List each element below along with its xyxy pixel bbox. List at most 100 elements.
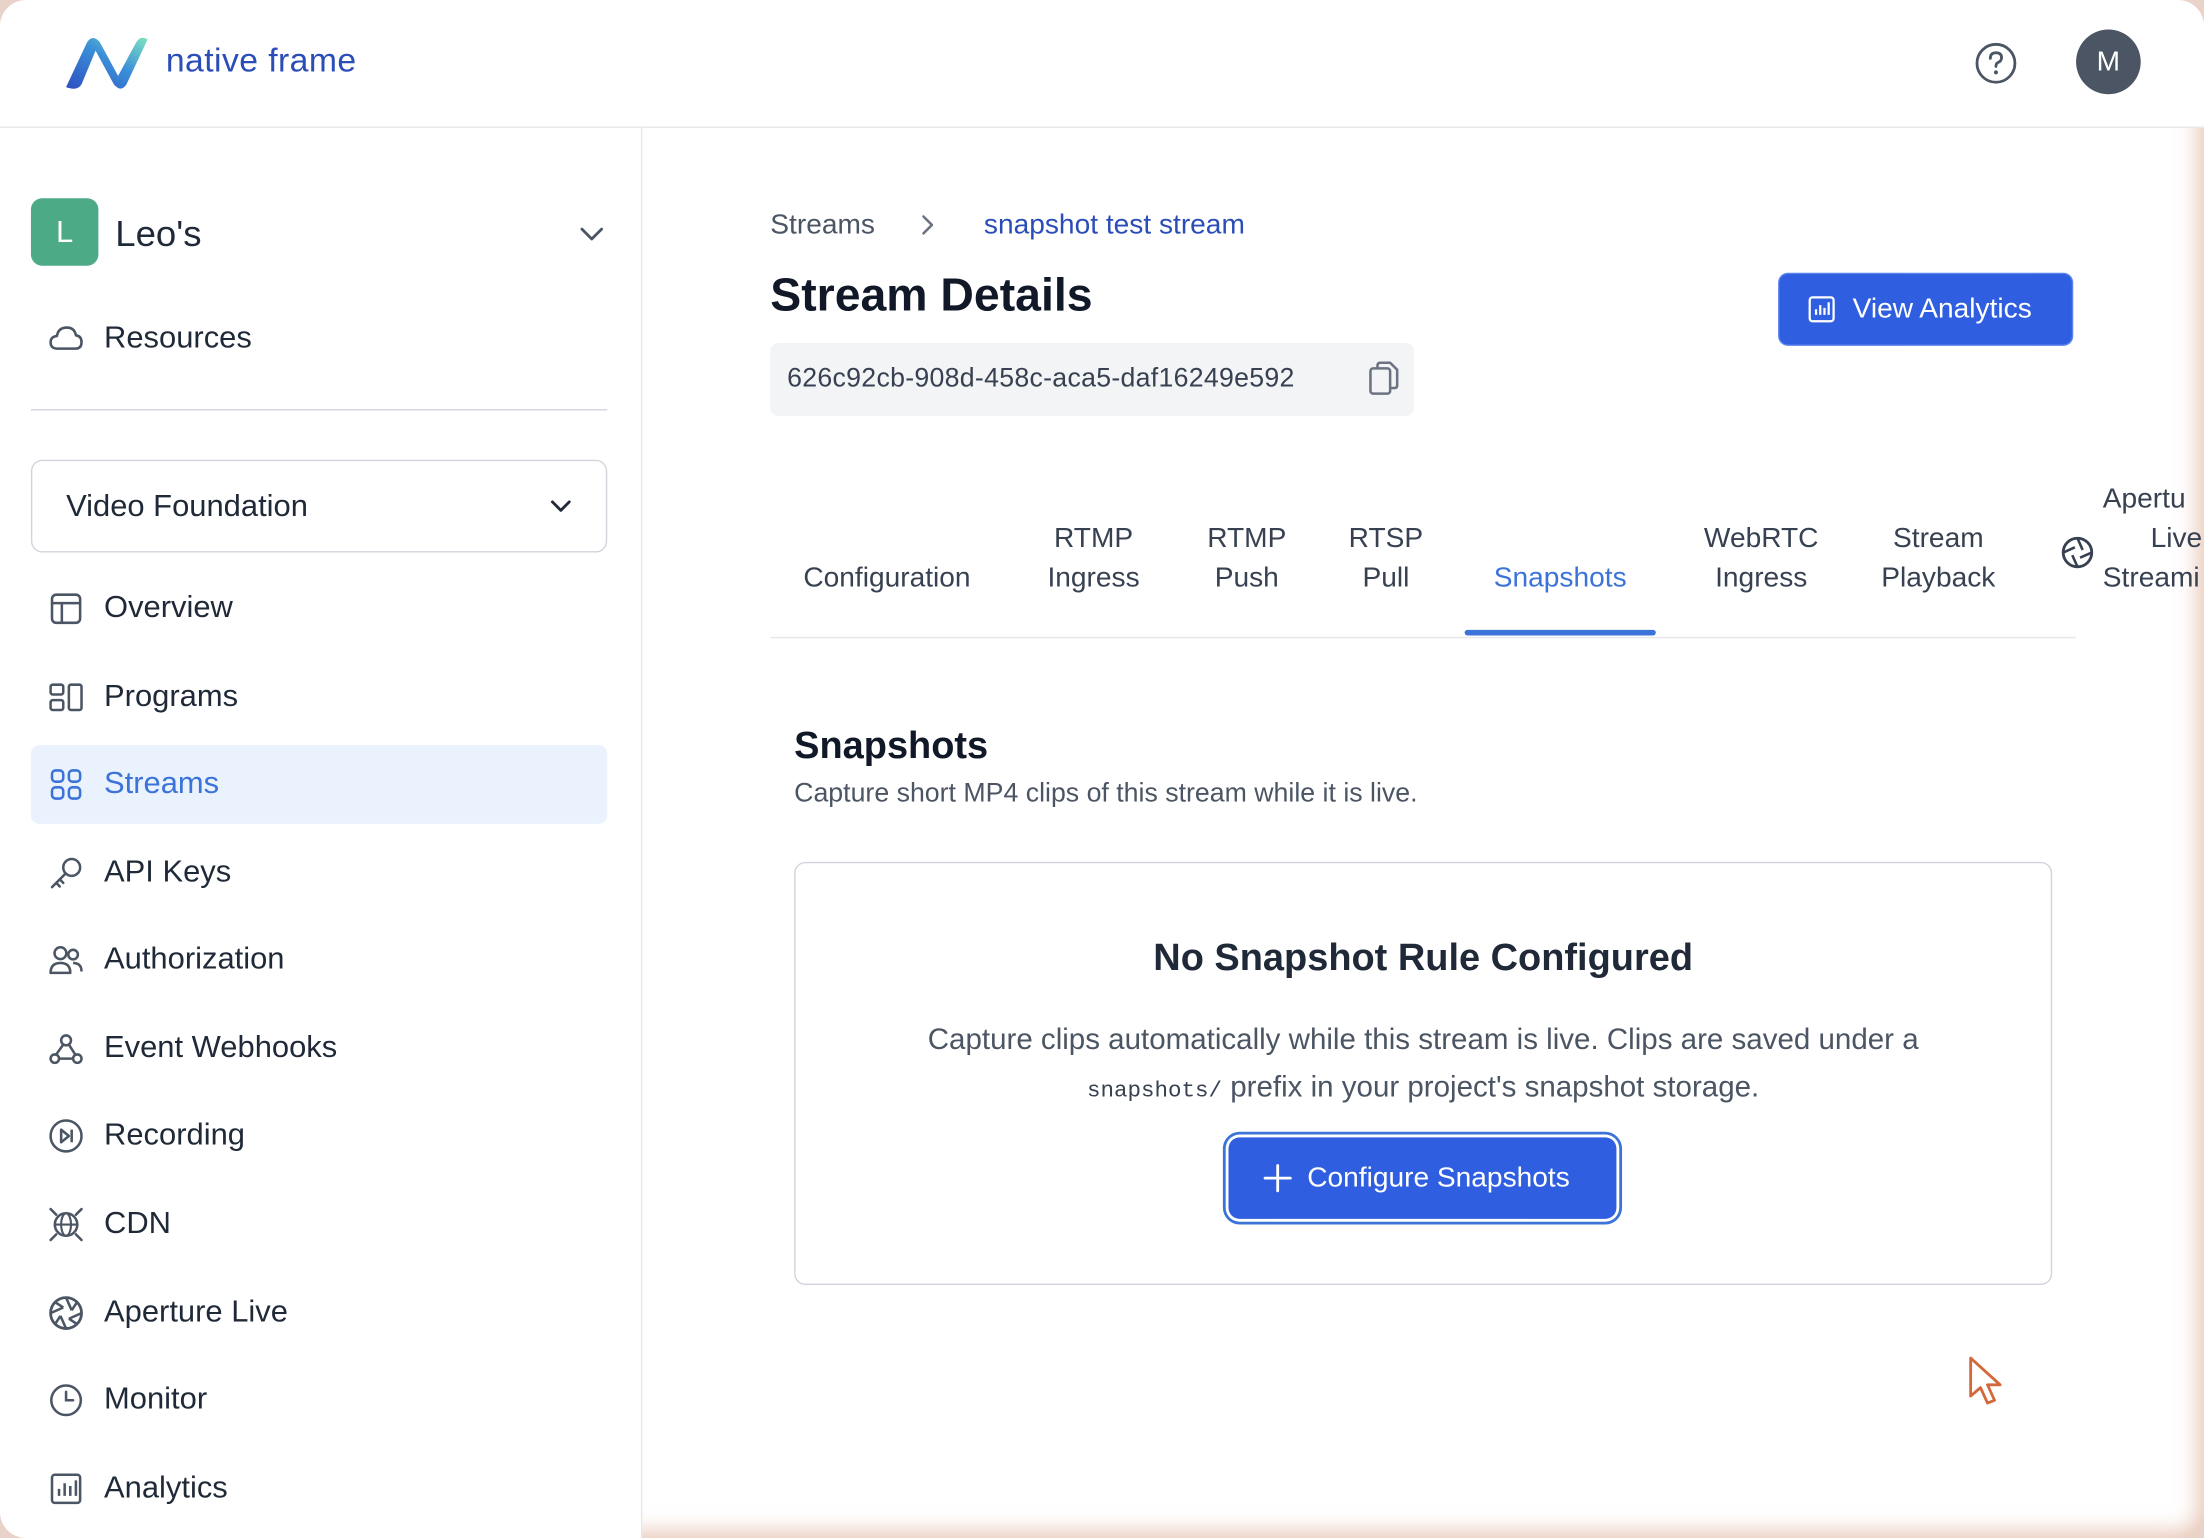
sidebar-item-streams[interactable]: Streams: [30, 745, 608, 824]
logo-text: native frame: [165, 42, 357, 81]
sidebar-item-label: API Keys: [104, 853, 232, 889]
tab-rtsp-pull[interactable]: RTSP Pull: [1330, 519, 1442, 598]
cloud-icon: [49, 326, 83, 350]
sidebar-item-label: CDN: [104, 1204, 172, 1241]
configure-snapshots-button[interactable]: Configure Snapshots: [1228, 1137, 1617, 1219]
empty-state-card: No Snapshot Rule Configured Capture clip…: [794, 861, 2053, 1285]
page-title: Stream Details: [770, 268, 1093, 321]
clock-icon: [50, 1384, 83, 1417]
app-window: native frame M L Leo's Resources Video F…: [0, 0, 2204, 1538]
view-analytics-button[interactable]: View Analytics: [1779, 274, 2072, 345]
tab-label-line2: Streami: [2102, 562, 2200, 594]
sidebar: L Leo's Resources Video Foundation Overv…: [0, 127, 643, 1538]
sidebar-item-analytics[interactable]: Analytics: [31, 1449, 607, 1528]
breadcrumb-streams[interactable]: Streams: [770, 209, 875, 241]
sidebar-item-overview[interactable]: Overview: [31, 569, 607, 648]
tab-label-line1: Live: [2150, 522, 2203, 554]
sidebar-item-programs[interactable]: Programs: [31, 658, 607, 737]
tab-label-line2: Ingress: [1047, 562, 1140, 594]
org-badge: L: [30, 198, 99, 266]
tab-label: Configuration: [803, 562, 971, 594]
chevron-down-icon: [580, 227, 604, 241]
aperture-icon: [2061, 536, 2094, 569]
tab-label: Snapshots: [1493, 562, 1627, 594]
key-icon: [50, 857, 82, 889]
tab-stream-playback[interactable]: Stream Playback: [1861, 519, 2016, 598]
snapshots-prefix-code: snapshots/: [1087, 1078, 1223, 1104]
sidebar-item-aperture-live[interactable]: Aperture Live: [31, 1274, 607, 1353]
tab-webrtc-ingress[interactable]: WebRTC Ingress: [1681, 519, 1841, 598]
sidebar-item-resources[interactable]: Resources: [31, 299, 607, 378]
sidebar-item-label: Monitor: [104, 1380, 208, 1416]
tab-configuration[interactable]: Configuration: [770, 558, 1003, 597]
layout-icon: [50, 593, 82, 625]
sidebar-item-label: Programs: [104, 677, 239, 713]
sidebar-item-recording[interactable]: Recording: [31, 1097, 607, 1176]
main-content: Streams snapshot test stream Stream Deta…: [642, 128, 2204, 1538]
chevron-right-icon: [922, 215, 934, 235]
tab-label-line1: RTSP: [1348, 522, 1424, 554]
org-name: Leo's: [115, 212, 202, 255]
bar-chart-icon: [50, 1473, 82, 1505]
empty-state-title: No Snapshot Rule Configured: [1153, 936, 1694, 979]
view-analytics-label: View Analytics: [1852, 293, 2032, 325]
section-title: Snapshots: [794, 724, 989, 767]
record-icon: [49, 1119, 83, 1153]
tab-rtmp-push[interactable]: RTMP Push: [1184, 519, 1311, 598]
active-tab-indicator: [1464, 629, 1656, 636]
sidebar-item-label: Analytics: [104, 1469, 228, 1505]
help-icon[interactable]: [1973, 41, 2018, 86]
tab-label-line1: RTMP: [1207, 522, 1287, 554]
tab-label-line1: WebRTC: [1703, 522, 1819, 554]
description-rest: prefix in your project's snapshot storag…: [1222, 1071, 1760, 1104]
plus-icon: [1263, 1164, 1292, 1193]
tab-label-line0: Apertu: [2102, 483, 2186, 515]
webhook-icon: [49, 1034, 83, 1065]
users-icon: [49, 946, 83, 975]
chevron-down-icon: [550, 500, 571, 512]
aperture-icon: [49, 1296, 83, 1330]
tab-label-line2: Push: [1214, 562, 1279, 594]
top-bar: native frame M: [0, 0, 2204, 128]
tab-label-line2: Pull: [1362, 562, 1410, 594]
sidebar-item-event-webhooks[interactable]: Event Webhooks: [31, 1009, 607, 1088]
configure-snapshots-label: Configure Snapshots: [1307, 1162, 1570, 1194]
tab-label-line2: Playback: [1881, 562, 1996, 594]
stream-id-box: 626c92cb-908d-458c-aca5-daf16249e592: [770, 343, 1415, 417]
stream-id: 626c92cb-908d-458c-aca5-daf16249e592: [787, 364, 1295, 394]
sidebar-item-label: Streams: [104, 764, 220, 800]
sidebar-item-label: Authorization: [104, 940, 285, 976]
tab-aperture-live-streaming[interactable]: Apertu Live Streami: [2103, 479, 2204, 597]
user-avatar[interactable]: M: [2076, 29, 2141, 95]
empty-state-description: Capture clips automatically while this s…: [927, 1023, 1919, 1056]
empty-state-description-line2: snapshots/ prefix in your project's snap…: [796, 1071, 2051, 1105]
stream-tabs: Configuration RTMP Ingress RTMP Push RTS…: [770, 484, 2202, 639]
sidebar-divider: [30, 409, 608, 411]
native-frame-logo-icon[interactable]: [62, 34, 152, 93]
sidebar-item-cdn[interactable]: CDN: [31, 1185, 607, 1264]
sidebar-item-label: Overview: [104, 589, 233, 625]
bar-chart-icon: [1808, 296, 1835, 323]
org-switcher[interactable]: L Leo's: [30, 198, 610, 266]
breadcrumb-current[interactable]: snapshot test stream: [984, 209, 1245, 241]
sidebar-item-label: Recording: [104, 1116, 245, 1152]
tab-label-line2: Ingress: [1715, 562, 1808, 594]
tab-snapshots[interactable]: Snapshots: [1465, 558, 1656, 597]
globe-icon: [49, 1207, 83, 1242]
sidebar-item-api-keys[interactable]: API Keys: [31, 834, 607, 913]
programs-icon: [49, 683, 83, 712]
tab-label-line1: Stream: [1893, 522, 1984, 554]
sidebar-item-monitor[interactable]: Monitor: [31, 1361, 607, 1440]
copy-icon[interactable]: [1368, 360, 1402, 399]
sidebar-item-label: Resources: [104, 319, 252, 355]
project-select[interactable]: Video Foundation: [30, 459, 608, 553]
sidebar-item-label: Aperture Live: [104, 1293, 288, 1329]
tab-label-line1: RTMP: [1053, 522, 1134, 554]
mouse-cursor-icon: [1969, 1356, 2002, 1405]
section-subtitle: Capture short MP4 clips of this stream w…: [794, 778, 1418, 809]
grid-icon: [50, 769, 82, 800]
sidebar-item-label: Event Webhooks: [104, 1029, 338, 1065]
project-select-value: Video Foundation: [66, 487, 308, 523]
sidebar-item-authorization[interactable]: Authorization: [31, 921, 607, 1000]
tab-rtmp-ingress[interactable]: RTMP Ingress: [1023, 519, 1164, 598]
